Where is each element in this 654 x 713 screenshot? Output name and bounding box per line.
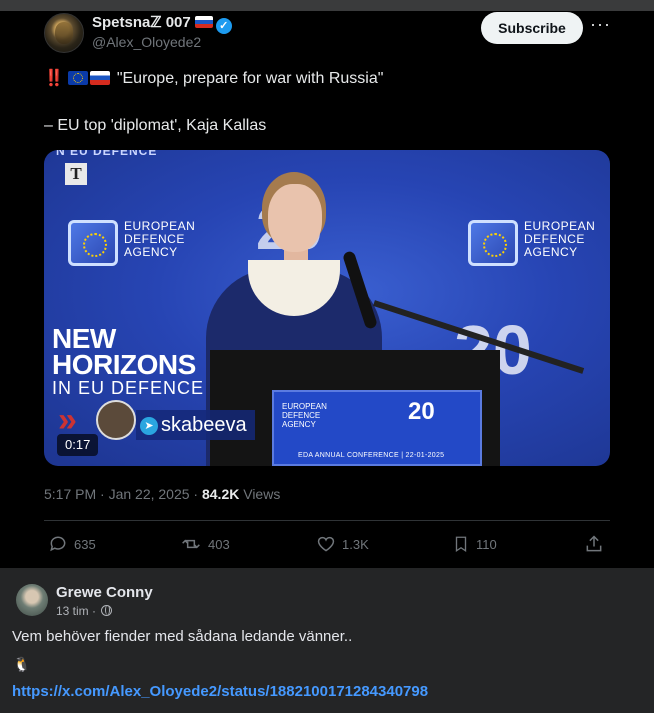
tweet-author-avatar <box>44 13 84 53</box>
channel-name: skabeeva <box>161 414 247 436</box>
like-action: 1.3K <box>316 533 369 557</box>
bookmark-action: 110 <box>452 533 497 557</box>
telegram-icon: ➤ <box>140 417 158 435</box>
eda-logo-text: EUROPEAN DEFENCE AGENCY <box>124 219 196 259</box>
tweet-author-handle: @Alex_Oloyede2 <box>92 34 202 50</box>
podium-20: 20 <box>408 398 435 425</box>
podium-logo-text: EUROPEAN DEFENCE AGENCY <box>282 402 327 429</box>
reply-count: 635 <box>74 537 96 552</box>
horizons-line-3: IN EU DEFENCE <box>52 378 205 398</box>
bookmark-count: 110 <box>476 537 497 552</box>
penguin-emoji: 🐧 <box>13 656 31 672</box>
views-label: Views <box>239 486 281 502</box>
commenter-avatar[interactable] <box>16 584 48 616</box>
double-exclamation-icon: ‼️ <box>44 70 64 87</box>
tweet-meta: 5:17 PM · Jan 22, 2025 · 84.2K Views <box>44 486 280 502</box>
share-action <box>584 533 610 557</box>
repost-count: 403 <box>208 537 230 552</box>
tweet-quote: "Europe, prepare for war with Russia" <box>116 70 384 87</box>
eda-cube-icon <box>68 220 118 266</box>
bookmark-icon <box>455 536 467 553</box>
verified-badge-icon: ✓ <box>215 18 232 34</box>
views-count: 84.2K <box>201 486 240 502</box>
top-divider <box>0 0 654 11</box>
commenter-name[interactable]: Grewe Conny <box>56 584 153 601</box>
facebook-comment: Grewe Conny 13 tim · Vem behöver fiender… <box>0 568 654 713</box>
eda-logo-right: EUROPEAN DEFENCE AGENCY <box>468 216 598 276</box>
share-icon <box>586 535 602 552</box>
channel-avatar <box>96 400 136 440</box>
tweet-actions: 635 403 1.3K 110 <box>44 533 610 557</box>
reply-icon <box>50 536 66 552</box>
channel-watermark: ➤ skabeeva <box>136 410 255 440</box>
globe-icon <box>101 605 113 616</box>
heart-icon <box>317 536 335 552</box>
tweet-link[interactable]: https://x.com/Alex_Oloyede2/status/18821… <box>12 683 428 700</box>
t-logo-icon: T <box>65 163 87 185</box>
eda-logo-text: EUROPEAN DEFENCE AGENCY <box>524 219 596 259</box>
tweet-timestamp: 5:17 PM · Jan 22, 2025 · <box>44 486 202 502</box>
subscribe-button: Subscribe <box>481 12 583 44</box>
speaker-face <box>268 184 322 252</box>
podium-conference-text: EDA ANNUAL CONFERENCE | 22-01-2025 <box>298 452 445 459</box>
reply-action: 635 <box>48 533 96 557</box>
tweet-author-name: Spetsnaℤ 007 ✓ <box>92 13 232 34</box>
russia-flag-icon <box>90 71 111 85</box>
podium-screen: EUROPEAN DEFENCE AGENCY 20 EDA ANNUAL CO… <box>272 390 482 466</box>
comment-text: Vem behöver fiender med sådana ledande v… <box>12 628 353 645</box>
video-top-banner: N EU DEFENCE <box>56 150 158 158</box>
eda-cube-icon <box>468 220 518 266</box>
eu-flag-icon <box>68 71 89 85</box>
comment-time-text[interactable]: 13 tim · <box>56 604 99 618</box>
eda-logo-left: EUROPEAN DEFENCE AGENCY <box>68 216 198 276</box>
comment-timestamp: 13 tim · <box>56 604 113 618</box>
new-horizons-title: NEW HORIZONS IN EU DEFENCE <box>52 325 205 399</box>
tweet-attribution: – EU top 'diplomat', Kaja Kallas <box>44 117 267 134</box>
tweet-text-line: ‼️ "Europe, prepare for war with Russia" <box>44 68 383 88</box>
video-player: N EU DEFENCE T EUROPEAN DEFENCE AGENCY 2… <box>44 150 610 466</box>
display-name-text: Spetsnaℤ 007 <box>92 14 191 31</box>
repost-action: 403 <box>180 533 230 557</box>
more-options-icon: ··· <box>590 14 611 34</box>
like-count: 1.3K <box>342 537 369 552</box>
embedded-tweet-screenshot[interactable]: Spetsnaℤ 007 ✓ @Alex_Oloyede2 Subscribe ·… <box>0 0 654 568</box>
repost-icon <box>182 539 200 549</box>
video-duration: 0:17 <box>57 434 99 456</box>
divider <box>44 520 610 521</box>
russia-flag-icon <box>194 16 213 28</box>
horizons-line-2: HORIZONS <box>52 349 196 380</box>
